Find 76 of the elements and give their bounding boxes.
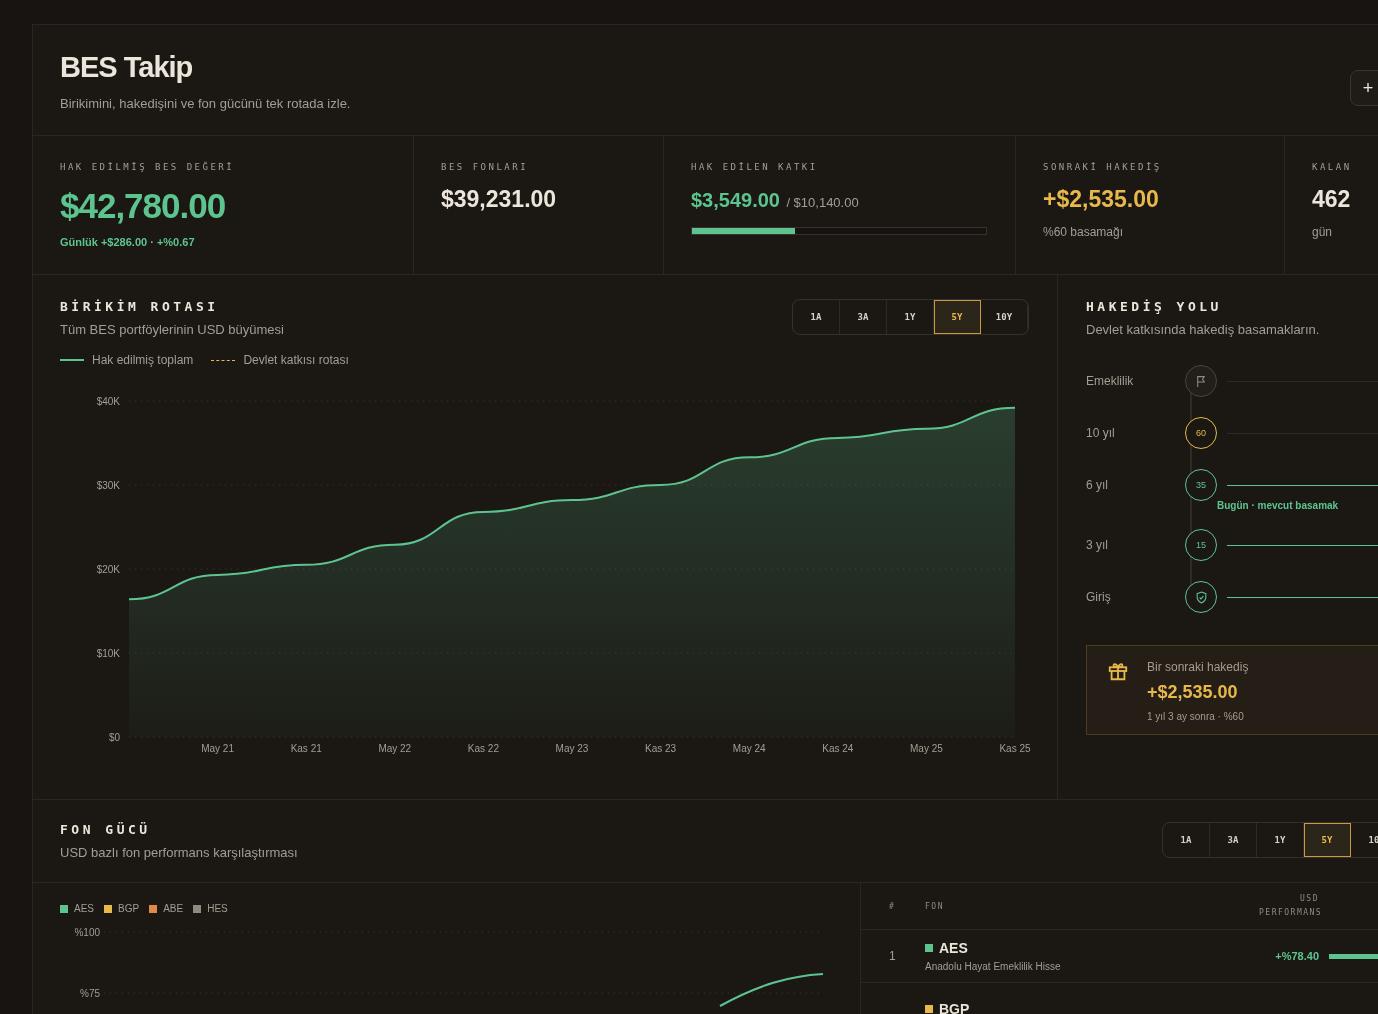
axis-label: Kas 23 xyxy=(645,743,677,754)
column-header: FON xyxy=(925,901,945,911)
axis-label: Kas 25 xyxy=(999,743,1031,754)
kpi-note: gün xyxy=(1312,225,1334,239)
step-label: Giriş xyxy=(1086,590,1112,604)
legend-label: Devlet katkısı rotası xyxy=(243,353,349,367)
kpi-note: Günlük +$286.00 · +%0.67 xyxy=(60,236,196,248)
kpi-label: KALAN xyxy=(1312,162,1353,172)
gift-icon xyxy=(1107,660,1129,682)
kpi-value: $42,780.00 xyxy=(60,186,227,226)
kpi-value: 462 xyxy=(1312,186,1352,213)
axis-label: $40K xyxy=(96,396,120,407)
legend-label: AES xyxy=(74,903,94,914)
shield-check-icon xyxy=(1194,590,1208,604)
kpi-value: $3,549.00 xyxy=(691,189,780,211)
panel-title: BİRİKİM ROTASI xyxy=(60,299,220,314)
kpi-value: $39,231.00 xyxy=(441,186,558,213)
kpi-label: HAK EDİLEN KATKI xyxy=(691,162,819,172)
fund-code: BGP xyxy=(939,1001,970,1014)
panel-title: HAKEDİŞ YOLU xyxy=(1086,299,1223,314)
add-button[interactable]: + xyxy=(1350,70,1378,106)
app-title: BES Takip xyxy=(60,51,194,84)
kpi-value: +$2,535.00 xyxy=(1043,186,1160,213)
axis-label: $10K xyxy=(96,648,120,659)
axis-label: May 25 xyxy=(910,743,943,754)
panel-subtitle: Tüm BES portföylerinin USD büyümesi xyxy=(60,322,284,337)
next-vesting-label: Bir sonraki hakediş xyxy=(1147,660,1249,674)
range-tab[interactable]: 1A xyxy=(1163,823,1210,857)
step-label: Emeklilik xyxy=(1086,374,1135,388)
fund-code: AES xyxy=(939,940,968,956)
axis-label: $0 xyxy=(108,732,120,743)
axis-label: %75 xyxy=(80,988,100,999)
step-marker: 60 xyxy=(1185,417,1217,449)
step-label: 10 yıl xyxy=(1086,426,1116,440)
axis-label: May 24 xyxy=(732,743,766,754)
legend-label: HES xyxy=(207,903,228,914)
axis-label: Kas 24 xyxy=(822,743,854,754)
kpi-label: SONRAKİ HAKEDİŞ xyxy=(1043,162,1163,172)
step-marker: 35 xyxy=(1185,469,1217,501)
axis-label: May 21 xyxy=(201,743,234,754)
kpi-label: BES FONLARI xyxy=(441,162,530,172)
kpi-label: HAK EDİLMİŞ BES DEĞERİ xyxy=(60,162,236,172)
axis-label: %100 xyxy=(74,927,100,938)
axis-label: May 22 xyxy=(378,743,412,754)
range-tab[interactable]: 5Y xyxy=(1304,823,1351,857)
axis-label: Kas 21 xyxy=(290,743,322,754)
next-vesting-note: 1 yıl 3 ay sonra · %60 xyxy=(1147,711,1245,722)
step-marker: 15 xyxy=(1185,529,1217,561)
next-vesting-amount: +$2,535.00 xyxy=(1147,682,1239,703)
performance-value: +%78.40 xyxy=(1275,950,1320,962)
range-tab[interactable]: 1A xyxy=(793,300,840,334)
legend-label: ABE xyxy=(163,903,184,914)
legend-label: Hak edilmiş toplam xyxy=(92,353,194,367)
panel-subtitle: Devlet katkısında hakediş basamakların. xyxy=(1086,322,1321,337)
axis-label: May 23 xyxy=(555,743,589,754)
range-tab[interactable]: 5Y xyxy=(934,300,981,334)
range-tab[interactable]: 3A xyxy=(1210,823,1257,857)
column-header: # xyxy=(888,901,897,911)
step-label: 6 yıl xyxy=(1086,478,1109,492)
axis-label: $30K xyxy=(96,480,120,491)
kpi-total: / $10,140.00 xyxy=(786,195,859,210)
panel-title: FON GÜCÜ xyxy=(60,822,152,837)
rank-cell-text: 1 xyxy=(888,949,897,963)
kpi-note: %60 basamağı xyxy=(1043,225,1125,239)
panel-subtitle: USD bazlı fon performans karşılaştırması xyxy=(60,845,298,860)
axis-label: $20K xyxy=(96,564,120,575)
step-label: 3 yıl xyxy=(1086,538,1109,552)
range-tab[interactable]: 3A xyxy=(840,300,887,334)
legend-label: BGP xyxy=(118,903,140,914)
column-header: USD PERFORMANS xyxy=(1259,893,1324,919)
step-note: Bugün · mevcut basamak xyxy=(1217,500,1339,511)
range-tab[interactable]: 10Y xyxy=(981,300,1028,334)
flag-icon xyxy=(1194,374,1208,388)
app-subtitle: Birikimini, hakedişini ve fon gücünü tek rotada izle. xyxy=(60,96,351,111)
fund-name: Anadolu Hayat Emeklilik Hisse xyxy=(925,961,1062,972)
axis-label: Kas 22 xyxy=(467,743,499,754)
